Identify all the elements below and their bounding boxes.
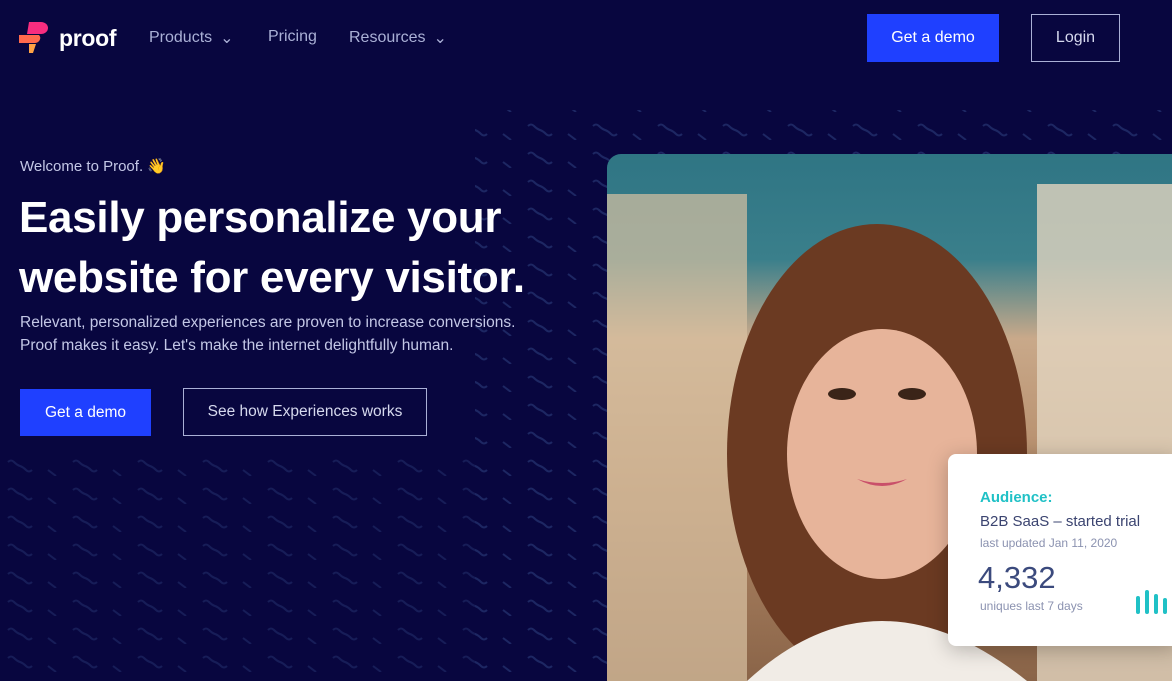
chevron-down-icon: ⌄: [220, 30, 234, 47]
nav-pricing[interactable]: Pricing: [268, 28, 317, 46]
sparkline-bars-icon: [1136, 590, 1172, 614]
headline-line: Easily personalize your: [19, 193, 502, 242]
welcome-text: Welcome to Proof. 👋: [20, 158, 166, 175]
hero-subtext: Relevant, personalized experiences are p…: [20, 311, 515, 357]
audience-title: Audience:: [980, 489, 1053, 506]
headline-line: website for every visitor.: [19, 253, 525, 302]
subtext-line: Relevant, personalized experiences are p…: [20, 314, 516, 331]
nav-get-demo-button[interactable]: Get a demo: [867, 14, 999, 62]
top-nav: proof Products ⌄ Pricing Resources ⌄ Get a…: [0, 0, 1172, 76]
see-experiences-button[interactable]: See how Experiences works: [183, 388, 427, 436]
nav-label: Products: [149, 29, 213, 46]
hero-get-demo-button[interactable]: Get a demo: [20, 389, 151, 436]
login-button[interactable]: Login: [1031, 14, 1120, 62]
audience-segment: B2B SaaS – started trial: [980, 513, 1141, 530]
nav-label: Pricing: [268, 28, 317, 45]
brand-name: proof: [59, 24, 117, 51]
nav-resources[interactable]: Resources ⌄: [349, 28, 447, 48]
audience-card: Audience: B2B SaaS – started trial last …: [948, 454, 1172, 646]
logo[interactable]: proof: [19, 22, 117, 54]
nav-label: Resources: [349, 29, 426, 46]
uniques-label: uniques last 7 days: [980, 599, 1083, 613]
nav-products[interactable]: Products ⌄: [149, 28, 234, 48]
last-updated: last updated Jan 11, 2020: [980, 536, 1118, 550]
chevron-down-icon: ⌄: [433, 30, 447, 47]
subtext-line: Proof makes it easy. Let's make the inte…: [20, 337, 454, 354]
uniques-count: 4,332: [978, 560, 1056, 595]
proof-logo-icon: [19, 22, 48, 53]
hero-headline: Easily personalize your website for every…: [19, 188, 525, 308]
